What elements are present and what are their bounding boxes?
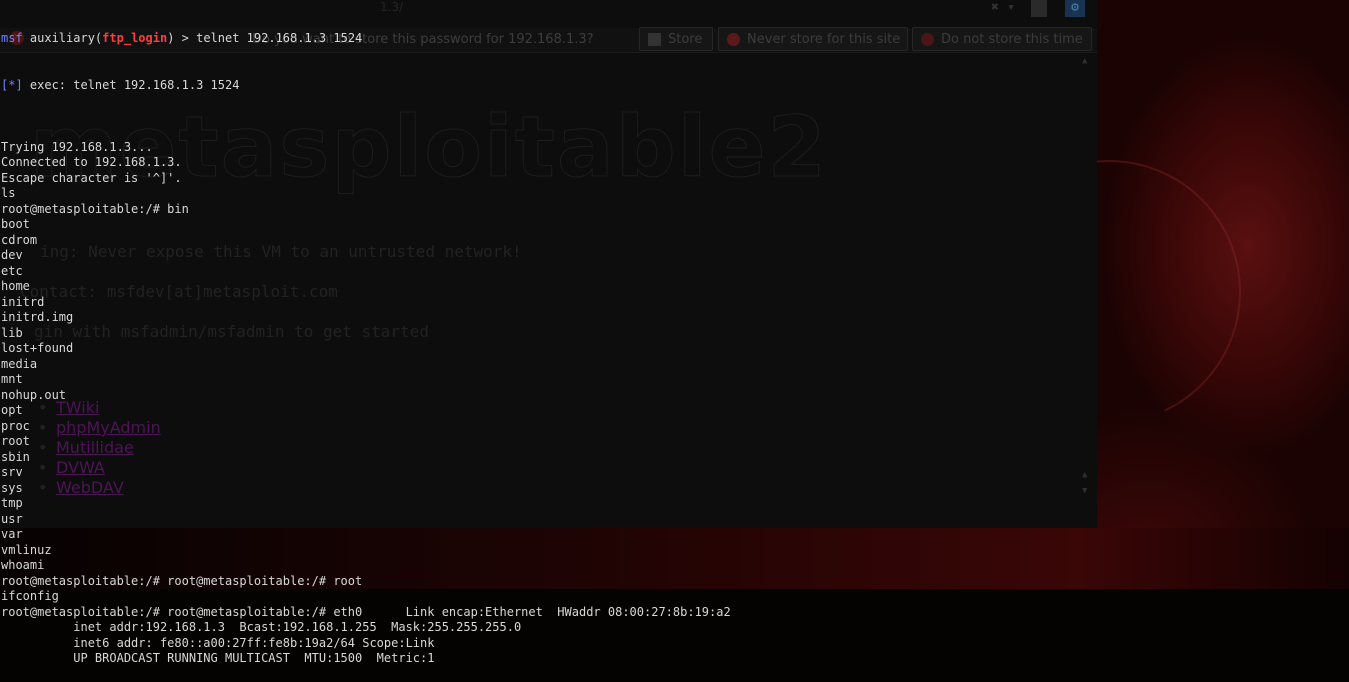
terminal-line: var bbox=[1, 527, 23, 541]
never-store-button[interactable]: Never store for this site bbox=[718, 27, 908, 51]
terminal-line: initrd.img bbox=[1, 310, 74, 324]
terminal-line: initrd bbox=[1, 294, 45, 309]
close-tab-icon[interactable]: ✖ bbox=[991, 0, 999, 17]
terminal-line: proc bbox=[1, 418, 30, 433]
dropdown-arrow-icon[interactable]: ▾ bbox=[1007, 0, 1015, 17]
terminal-line: srv bbox=[1, 465, 23, 479]
scroll-down-arrow-icon[interactable]: ▼ bbox=[1082, 486, 1087, 496]
terminal-line: ls bbox=[1, 186, 16, 200]
msf-prompt-line: msf auxiliary(ftp_login) > telnet 192.16… bbox=[1, 31, 363, 45]
terminal-line: inet6 addr: fe80::a00:27ff:fe8b:19a2/64 … bbox=[1, 635, 435, 650]
terminal-line: opt bbox=[1, 403, 23, 417]
terminal-line: vmlinuz bbox=[1, 542, 52, 557]
terminal-line: Connected to 192.168.1.3. bbox=[1, 155, 182, 169]
terminal-line: usr bbox=[1, 511, 23, 526]
page-scrollbar[interactable]: ▲ ▲ ▼ bbox=[1080, 54, 1092, 500]
cancel-icon bbox=[921, 33, 934, 46]
scroll-up-arrow-icon-2[interactable]: ▲ bbox=[1082, 470, 1087, 480]
terminal-line: UP BROADCAST RUNNING MULTICAST MTU:1500 … bbox=[1, 651, 435, 665]
terminal-line: mnt bbox=[1, 372, 23, 386]
terminal-line: lib bbox=[1, 325, 23, 340]
module-name: ftp_login bbox=[102, 31, 168, 45]
terminal-line: lost+found bbox=[1, 341, 74, 355]
terminal-line: media bbox=[1, 356, 38, 371]
not-now-button[interactable]: Do not store this time bbox=[912, 27, 1092, 51]
extension-icon[interactable] bbox=[1031, 0, 1047, 17]
terminal-line: root@metasploitable:/# root@metasploitab… bbox=[1, 573, 363, 588]
terminal-line: boot bbox=[1, 217, 30, 231]
terminal-line: whoami bbox=[1, 558, 45, 572]
terminal-line: cdrom bbox=[1, 232, 38, 247]
terminal-line: dev bbox=[1, 248, 23, 262]
terminal-line: sys bbox=[1, 480, 23, 495]
terminal-line: inet addr:192.168.1.3 Bcast:192.168.1.25… bbox=[1, 620, 522, 634]
terminal-line: sbin bbox=[1, 449, 30, 464]
terminal-lines: Trying 192.168.1.3... Connected to 192.16… bbox=[1, 124, 731, 667]
terminal-line: nohup.out bbox=[1, 387, 67, 402]
desktop-wallpaper bbox=[939, 0, 1349, 589]
terminal-line: Escape character is '^]'. bbox=[1, 170, 182, 185]
terminal-line: ifconfig bbox=[1, 589, 59, 603]
msf-prompt: msf bbox=[1, 31, 23, 45]
terminal-line: root@metasploitable:/# bin bbox=[1, 201, 189, 216]
scroll-up-arrow-icon[interactable]: ▲ bbox=[1082, 56, 1087, 66]
terminal-line: Trying 192.168.1.3... bbox=[1, 139, 153, 154]
exec-tag: [*] bbox=[1, 77, 23, 92]
terminal-line: root bbox=[1, 434, 30, 448]
exec-line: [*] exec: telnet 192.168.1.3 1524 bbox=[1, 77, 240, 92]
terminal-output[interactable]: msf auxiliary(ftp_login) > telnet 192.16… bbox=[1, 0, 731, 682]
terminal-line: tmp bbox=[1, 496, 23, 510]
terminal-line: root@metasploitable:/# root@metasploitab… bbox=[1, 604, 731, 619]
terminal-line: home bbox=[1, 279, 30, 293]
settings-gear-icon[interactable]: ⚙ bbox=[1065, 0, 1085, 17]
terminal-line: etc bbox=[1, 263, 23, 278]
